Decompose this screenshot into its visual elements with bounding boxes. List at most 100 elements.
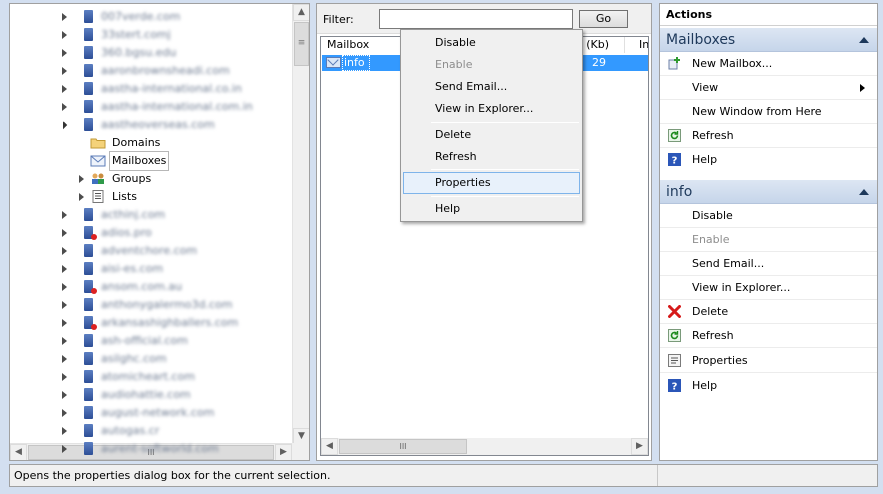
groups-icon — [90, 172, 106, 185]
tree-item-domain[interactable]: anthonygalermo3d.com — [10, 296, 292, 314]
domain-icon — [84, 82, 93, 95]
tree-item-domain[interactable]: asilghc.com — [10, 350, 292, 368]
expand-arrow-icon[interactable] — [79, 175, 84, 183]
list-hscroll-thumb[interactable]: III — [339, 439, 467, 454]
action-view-in-explorer[interactable]: View in Explorer... — [660, 276, 877, 300]
expand-arrow-icon[interactable] — [62, 229, 67, 237]
expand-arrow-icon[interactable] — [62, 373, 67, 381]
tree-item-domain[interactable]: aastha-international.com.in — [10, 98, 292, 116]
actions-group-info[interactable]: info — [660, 180, 877, 204]
action-disable[interactable]: Disable — [660, 204, 877, 228]
tree-item-label: acthinj.com — [101, 208, 166, 221]
domain-icon — [84, 352, 93, 365]
expand-arrow-icon[interactable] — [62, 103, 67, 111]
tree-item-domain[interactable]: adventchore.com — [10, 242, 292, 260]
action-help-info[interactable]: ? Help — [660, 374, 877, 398]
list-scroll-left-button[interactable]: ◀ — [321, 438, 338, 455]
tree-item-domain[interactable]: aisi-es.com — [10, 260, 292, 278]
folder-icon — [90, 136, 106, 149]
menu-item-disable[interactable]: Disable — [403, 32, 580, 54]
tree-item-domain[interactable]: aurent-softworld.com — [10, 440, 292, 458]
actions-group-mailboxes[interactable]: Mailboxes — [660, 28, 877, 52]
expand-arrow-icon[interactable] — [62, 337, 67, 345]
action-view[interactable]: View — [660, 76, 877, 100]
expand-arrow-icon[interactable] — [62, 445, 67, 453]
status-divider — [657, 465, 658, 486]
expand-arrow-icon[interactable] — [62, 13, 67, 21]
console-tree[interactable]: ▲ ≡ ▼ ◀ III ▶ 007verde.com 33stert.comj 36… — [9, 3, 310, 461]
tree-item-domain[interactable]: acthinj.com — [10, 206, 292, 224]
expanded-arrow-icon[interactable] — [58, 120, 68, 130]
tree-item-groups[interactable]: Groups — [10, 170, 292, 188]
tree-item-label: adios.pro — [101, 226, 152, 239]
action-new-mailbox[interactable]: New Mailbox... — [660, 52, 877, 76]
tree-item-mailboxes[interactable]: Mailboxes — [10, 151, 292, 171]
tree-item-domain[interactable]: adios.pro — [10, 224, 292, 242]
domain-icon — [84, 388, 93, 401]
tree-item-lists[interactable]: Lists — [10, 188, 292, 206]
menu-item-delete[interactable]: Delete — [403, 124, 580, 146]
expand-arrow-icon[interactable] — [62, 301, 67, 309]
tree-item-domain[interactable]: ansom.com.au — [10, 278, 292, 296]
tree-item-domain[interactable]: ash-official.com — [10, 332, 292, 350]
collapse-arrow-icon[interactable] — [859, 37, 869, 43]
expand-arrow-icon[interactable] — [62, 31, 67, 39]
menu-item-help[interactable]: Help — [403, 198, 580, 220]
expand-arrow-icon[interactable] — [62, 283, 67, 291]
action-refresh-mailboxes[interactable]: Refresh — [660, 124, 877, 148]
expand-arrow-icon[interactable] — [62, 247, 67, 255]
tree-item-domain[interactable]: autogas.cr — [10, 422, 292, 440]
action-refresh-info[interactable]: Refresh — [660, 324, 877, 348]
list-horizontal-scrollbar[interactable]: ◀ III ▶ — [321, 438, 648, 455]
tree-item-label: Lists — [112, 190, 137, 203]
action-delete[interactable]: Delete — [660, 300, 877, 324]
action-label: Send Email... — [692, 257, 765, 270]
expand-arrow-icon[interactable] — [62, 427, 67, 435]
tree-item-domain[interactable]: 007verde.com — [10, 8, 292, 26]
column-header-mailbox[interactable]: Mailbox — [321, 37, 401, 53]
context-menu: Disable Enable Send Email... View in Exp… — [400, 29, 583, 222]
tree-item-domain[interactable]: 33stert.comj — [10, 26, 292, 44]
action-properties[interactable]: Properties — [660, 349, 877, 373]
tree-item-domains[interactable]: Domains — [10, 134, 292, 152]
menu-item-properties[interactable]: Properties — [403, 172, 580, 194]
list-scroll-right-button[interactable]: ▶ — [631, 438, 648, 455]
tree-item-domain[interactable]: august-network.com — [10, 404, 292, 422]
help-icon: ? — [668, 153, 681, 166]
expand-arrow-icon[interactable] — [62, 391, 67, 399]
menu-item-refresh[interactable]: Refresh — [403, 146, 580, 168]
column-header-inbox[interactable]: Inb — [625, 37, 648, 53]
expand-arrow-icon[interactable] — [62, 67, 67, 75]
go-button[interactable]: Go — [579, 10, 628, 28]
tree-item-domain[interactable]: aastheoverseas.com — [10, 116, 292, 134]
action-send-email[interactable]: Send Email... — [660, 252, 877, 276]
tree-item-domain[interactable]: atomicheart.com — [10, 368, 292, 386]
action-label: Refresh — [692, 129, 734, 142]
menu-item-send-email[interactable]: Send Email... — [403, 76, 580, 98]
expand-arrow-icon[interactable] — [62, 49, 67, 57]
expand-arrow-icon[interactable] — [62, 355, 67, 363]
action-new-window-from-here[interactable]: New Window from Here — [660, 100, 877, 124]
tree-scroll-thumb[interactable]: ≡ — [294, 22, 309, 66]
expand-arrow-icon[interactable] — [79, 193, 84, 201]
tree-item-domain[interactable]: audiohattie.com — [10, 386, 292, 404]
expand-arrow-icon[interactable] — [62, 211, 67, 219]
scroll-up-button[interactable]: ▲ — [293, 4, 309, 21]
expand-arrow-icon[interactable] — [62, 319, 67, 327]
filter-input[interactable] — [379, 9, 573, 29]
tree-item-label: ansom.com.au — [101, 280, 183, 293]
expand-arrow-icon[interactable] — [62, 265, 67, 273]
collapse-arrow-icon[interactable] — [859, 189, 869, 195]
action-help-mailboxes[interactable]: ? Help — [660, 148, 877, 172]
menu-item-view-in-explorer[interactable]: View in Explorer... — [403, 98, 580, 120]
tree-vertical-scrollbar[interactable]: ▲ ≡ ▼ — [292, 4, 309, 445]
tree-item-domain[interactable]: aaronbrownsheadi.com — [10, 62, 292, 80]
expand-arrow-icon[interactable] — [62, 85, 67, 93]
tree-item-domain[interactable]: arkansashighballers.com — [10, 314, 292, 332]
tree-item-domain[interactable]: aastha-international.co.in — [10, 80, 292, 98]
expand-arrow-icon[interactable] — [62, 409, 67, 417]
tree-item-domain[interactable]: 360.bgsu.edu — [10, 44, 292, 62]
domain-icon — [84, 316, 97, 330]
tree-item-label: audiohattie.com — [101, 388, 191, 401]
tree-item-label: aurent-softworld.com — [101, 442, 219, 455]
